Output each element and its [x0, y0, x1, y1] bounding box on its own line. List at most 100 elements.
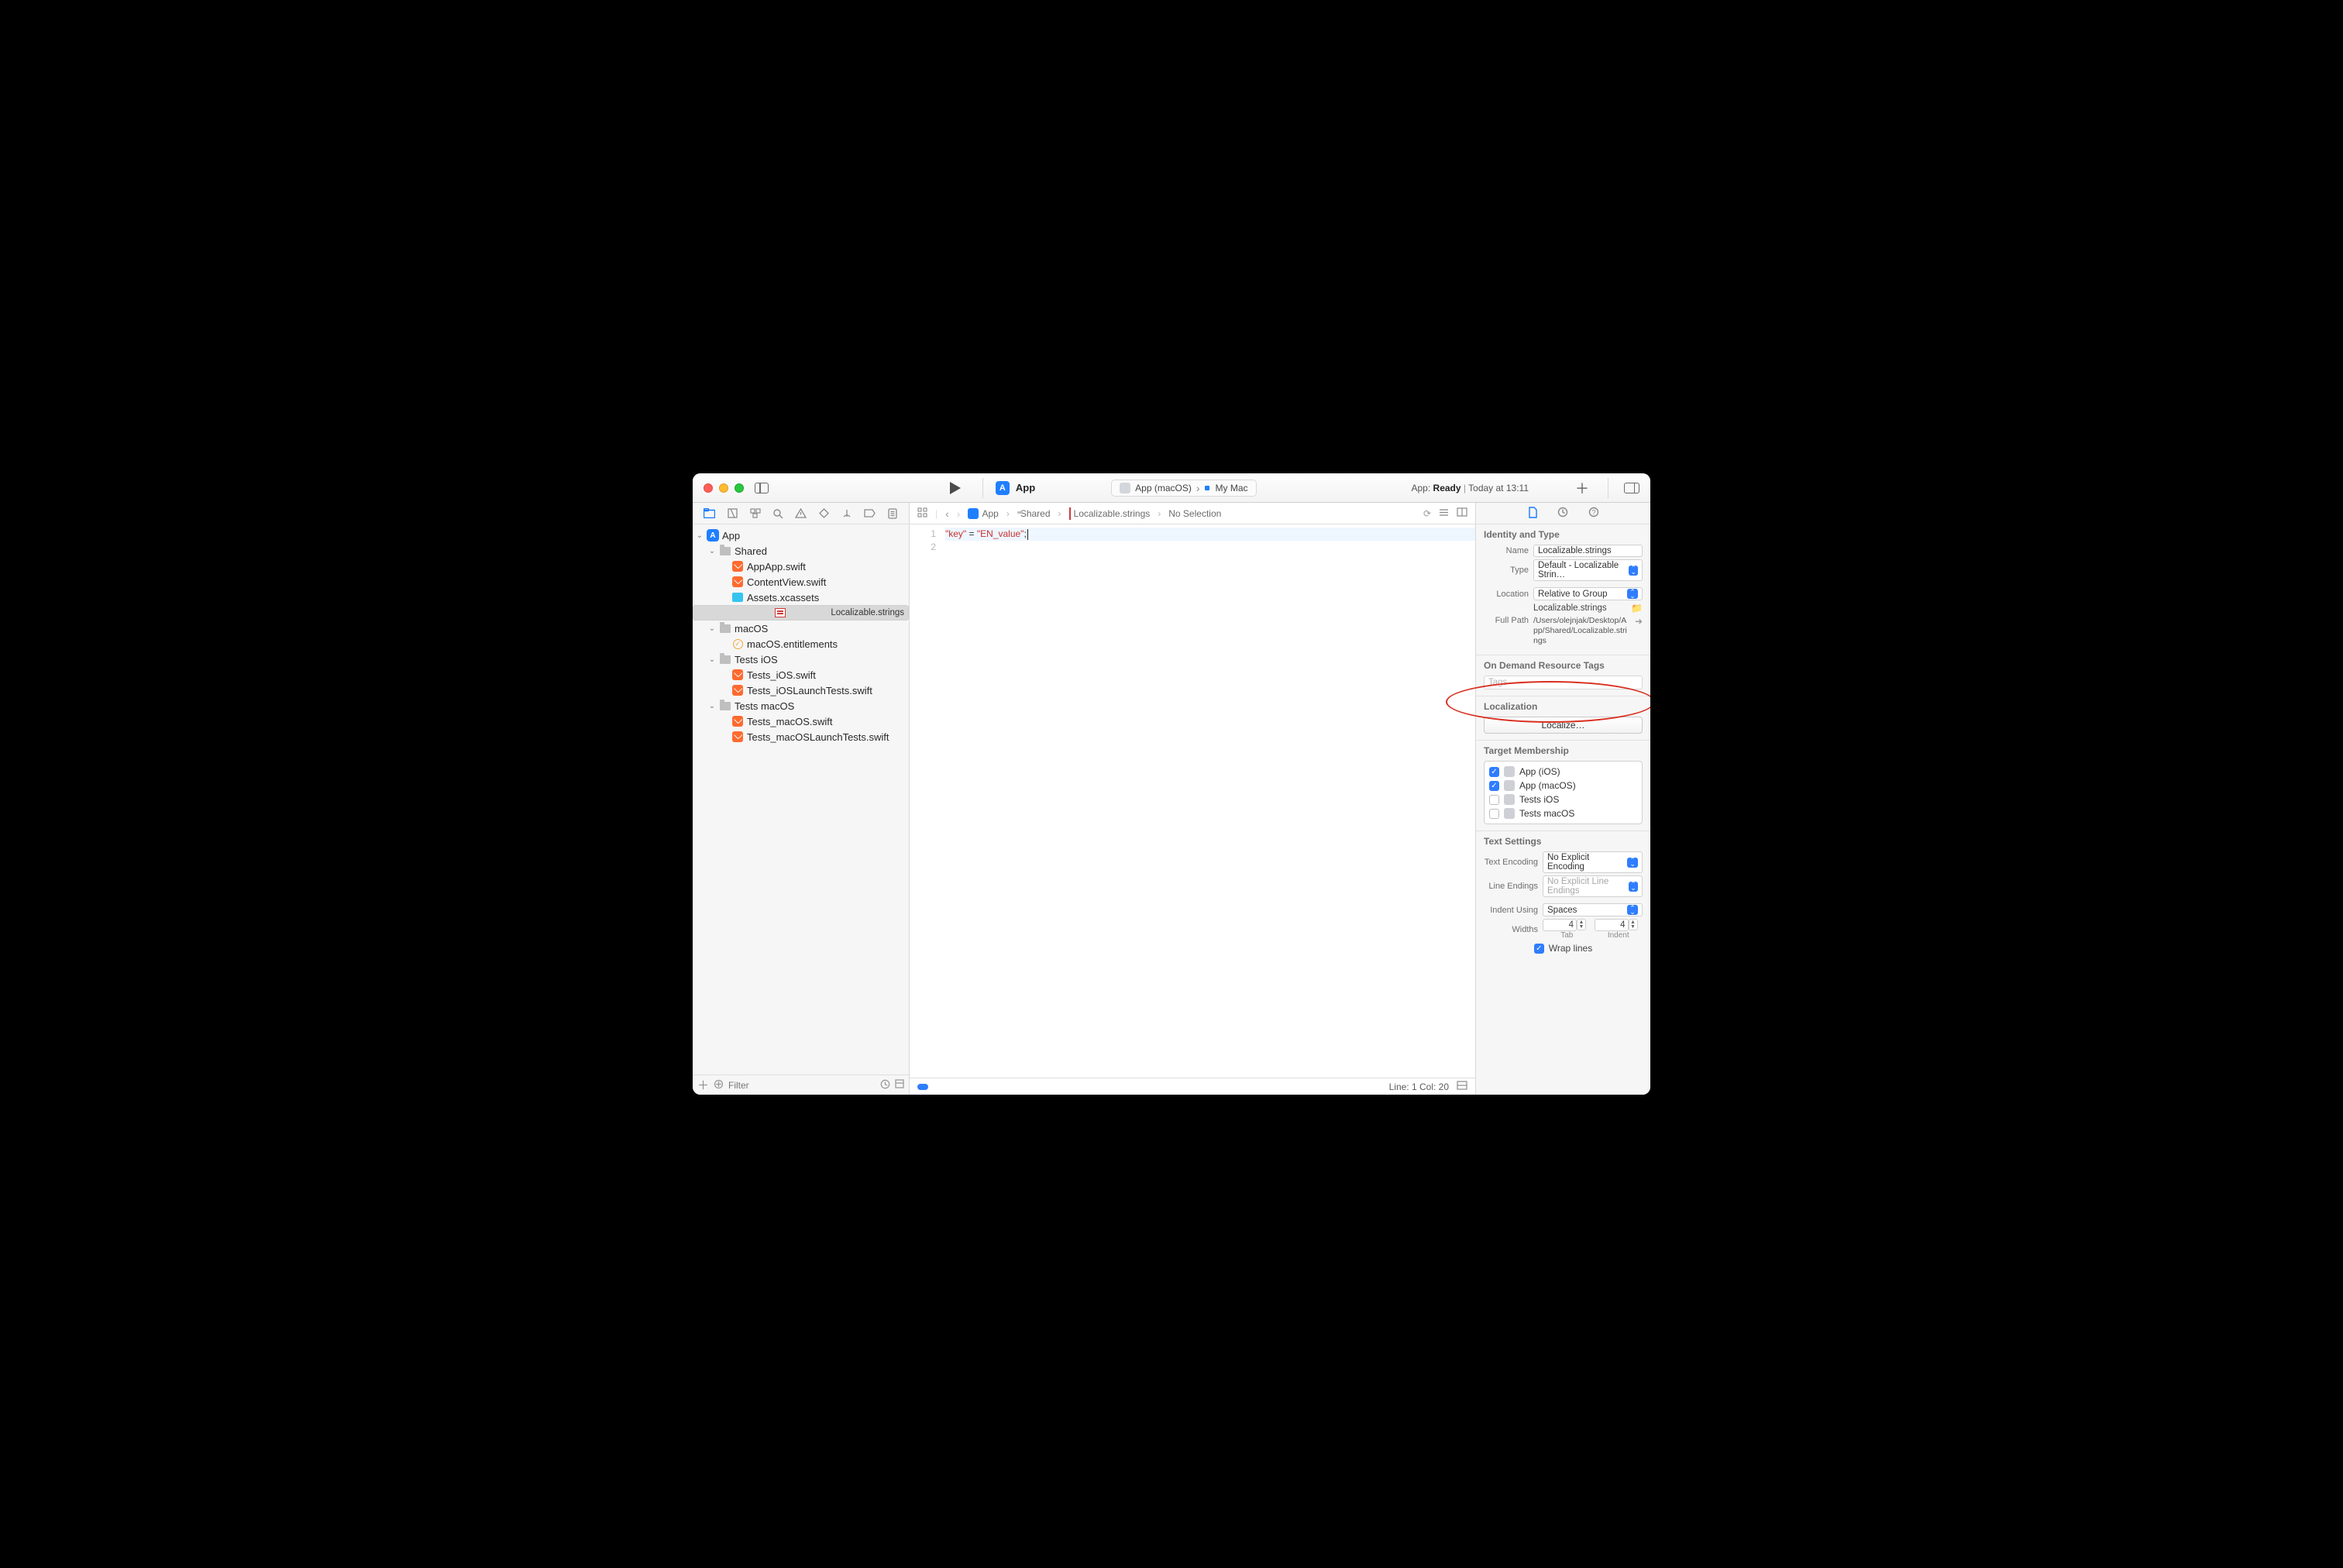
find-navigator-icon[interactable] — [772, 507, 784, 520]
type-select[interactable]: Default - Localizable Strin…⌃⌄ — [1533, 559, 1643, 581]
add-tab-icon[interactable]: ＋ — [1575, 478, 1589, 498]
tree-row[interactable]: ⌄AApp — [693, 528, 909, 543]
editor-options-icon[interactable] — [1439, 507, 1449, 520]
tree-row[interactable]: ContentView.swift — [693, 574, 909, 590]
name-field[interactable]: Localizable.strings — [1533, 545, 1643, 557]
stepper-icon[interactable]: ▲▼ — [1629, 919, 1638, 930]
tree-label: Assets.xcassets — [747, 592, 819, 603]
zoom-icon[interactable] — [735, 483, 744, 493]
field-label: Widths — [1484, 925, 1538, 934]
add-icon[interactable]: ＋ — [697, 1077, 709, 1093]
checkbox[interactable] — [1489, 809, 1499, 819]
editor-status-bar: Line: 1 Col: 20 — [910, 1078, 1475, 1095]
localize-button[interactable]: Localize… — [1484, 717, 1643, 734]
scheme-target[interactable]: App (macOS) › My Mac — [1111, 480, 1256, 497]
tree-row[interactable]: ⌄Shared — [693, 543, 909, 559]
report-navigator-icon[interactable] — [886, 507, 899, 520]
issue-navigator-icon[interactable] — [795, 507, 807, 520]
disclosure-icon[interactable]: ⌄ — [708, 547, 716, 555]
tree-row[interactable]: Tests_macOSLaunchTests.swift — [693, 729, 909, 744]
checkbox[interactable] — [1489, 781, 1499, 791]
target-membership-row[interactable]: App (macOS) — [1489, 779, 1637, 793]
breadcrumb-label: Localizable.strings — [1074, 508, 1151, 519]
code-content[interactable]: "key" = "EN_value"; — [942, 524, 1475, 1078]
symbol-navigator-icon[interactable] — [749, 507, 762, 520]
code-editor[interactable]: 1 2 "key" = "EN_value"; — [910, 524, 1475, 1078]
tags-field[interactable]: Tags — [1484, 676, 1643, 689]
tree-row[interactable]: ⌄Tests macOS — [693, 698, 909, 714]
select-value: No Explicit Encoding — [1547, 853, 1627, 872]
tree-row[interactable]: ⌄ Tests iOS — [693, 652, 909, 667]
tree-row[interactable]: Tests_iOS.swift — [693, 667, 909, 683]
cursor-position: Line: 1 Col: 20 — [1389, 1081, 1449, 1092]
tree-row[interactable]: Localizable.strings — [693, 605, 909, 621]
stepper-icon[interactable]: ▲▼ — [1577, 919, 1586, 930]
forward-icon[interactable]: › — [957, 507, 961, 520]
text-encoding-select[interactable]: No Explicit Encoding⌃⌄ — [1543, 851, 1643, 873]
wrap-lines-checkbox[interactable] — [1534, 944, 1544, 954]
disclosure-icon[interactable]: ⌄ — [708, 655, 716, 664]
breakpoint-navigator-icon[interactable] — [863, 507, 876, 520]
tree-row[interactable]: Tests_macOS.swift — [693, 714, 909, 729]
checkbox[interactable] — [1489, 795, 1499, 805]
tree-row[interactable]: macOS.entitlements — [693, 636, 909, 652]
test-navigator-icon[interactable] — [817, 507, 830, 520]
disclosure-icon[interactable]: ⌄ — [708, 702, 716, 710]
scheme-selector[interactable]: A App App (macOS) › My Mac — [988, 480, 1264, 497]
tree-row[interactable]: Assets.xcassets — [693, 590, 909, 605]
breadcrumb-file[interactable]: Localizable.strings — [1069, 508, 1151, 519]
chevron-updown-icon: ⌃⌄ — [1627, 858, 1638, 868]
inspector-panel: ? Identity and Type Name Localizable.str… — [1475, 503, 1650, 1095]
breadcrumb-folder[interactable]: Shared — [1017, 508, 1051, 519]
tree-row[interactable]: Tests_iOSLaunchTests.swift — [693, 683, 909, 698]
tab-width-field[interactable]: 4 — [1543, 919, 1577, 931]
add-editor-icon[interactable] — [1457, 507, 1467, 519]
target-membership-row[interactable]: Tests iOS — [1489, 793, 1637, 806]
related-items-icon[interactable] — [917, 507, 927, 520]
filter-scope-icon[interactable] — [714, 1079, 724, 1092]
line-endings-select[interactable]: No Explicit Line Endings⌃⌄ — [1543, 875, 1643, 897]
line-number: 2 — [910, 541, 936, 554]
disclosure-icon[interactable]: ⌄ — [708, 624, 716, 633]
tree-label: macOS.entitlements — [747, 638, 838, 650]
disclosure-icon[interactable]: ⌄ — [696, 531, 704, 540]
target-membership-row[interactable]: Tests macOS — [1489, 806, 1637, 820]
inspector-tabs[interactable]: ? — [1476, 503, 1650, 524]
reveal-icon[interactable]: ➜ — [1635, 616, 1643, 627]
toggle-inspector-icon[interactable] — [1624, 483, 1639, 493]
tree-label: Tests_macOS.swift — [747, 716, 833, 727]
navigator-tabs[interactable] — [693, 503, 909, 524]
file-inspector-icon[interactable] — [1528, 507, 1537, 521]
project-tree[interactable]: ⌄AApp⌄SharedAppApp.swiftContentView.swif… — [693, 524, 909, 1075]
tree-label: Tests iOS — [735, 654, 778, 665]
toggle-navigator-icon[interactable] — [755, 483, 769, 493]
tree-row[interactable]: ⌄macOS — [693, 621, 909, 636]
indent-using-select[interactable]: Spaces⌃⌄ — [1543, 903, 1643, 916]
editor-layout-icon[interactable] — [1457, 1081, 1467, 1092]
breadcrumb-selection[interactable]: No Selection — [1168, 508, 1221, 519]
close-icon[interactable] — [704, 483, 713, 493]
breadcrumb-app[interactable]: App — [968, 508, 998, 519]
minimize-icon[interactable] — [719, 483, 728, 493]
tree-row[interactable]: AppApp.swift — [693, 559, 909, 574]
help-inspector-icon[interactable]: ? — [1588, 507, 1599, 520]
debug-navigator-icon[interactable] — [841, 507, 853, 520]
target-membership-row[interactable]: App (iOS) — [1489, 765, 1637, 779]
scm-filter-icon[interactable] — [895, 1079, 904, 1091]
recent-icon[interactable] — [880, 1079, 890, 1092]
refresh-icon[interactable]: ⟳ — [1423, 508, 1431, 519]
run-button-icon[interactable] — [950, 482, 961, 494]
history-inspector-icon[interactable] — [1557, 507, 1568, 520]
back-icon[interactable]: ‹ — [945, 507, 949, 520]
editor-jump-bar[interactable]: | ‹ › App › Shared › Localizable.strings… — [910, 503, 1475, 524]
debug-status-icon[interactable] — [917, 1084, 928, 1090]
checkbox[interactable] — [1489, 767, 1499, 777]
filter-input[interactable] — [728, 1080, 876, 1091]
target-icon — [1120, 483, 1130, 493]
project-navigator-icon[interactable] — [704, 507, 716, 520]
indent-width-field[interactable]: 4 — [1595, 919, 1629, 931]
window-controls — [693, 483, 755, 493]
location-select[interactable]: Relative to Group⌃⌄ — [1533, 587, 1643, 600]
source-control-icon[interactable] — [726, 507, 738, 520]
folder-icon[interactable]: 📁 — [1631, 603, 1643, 614]
